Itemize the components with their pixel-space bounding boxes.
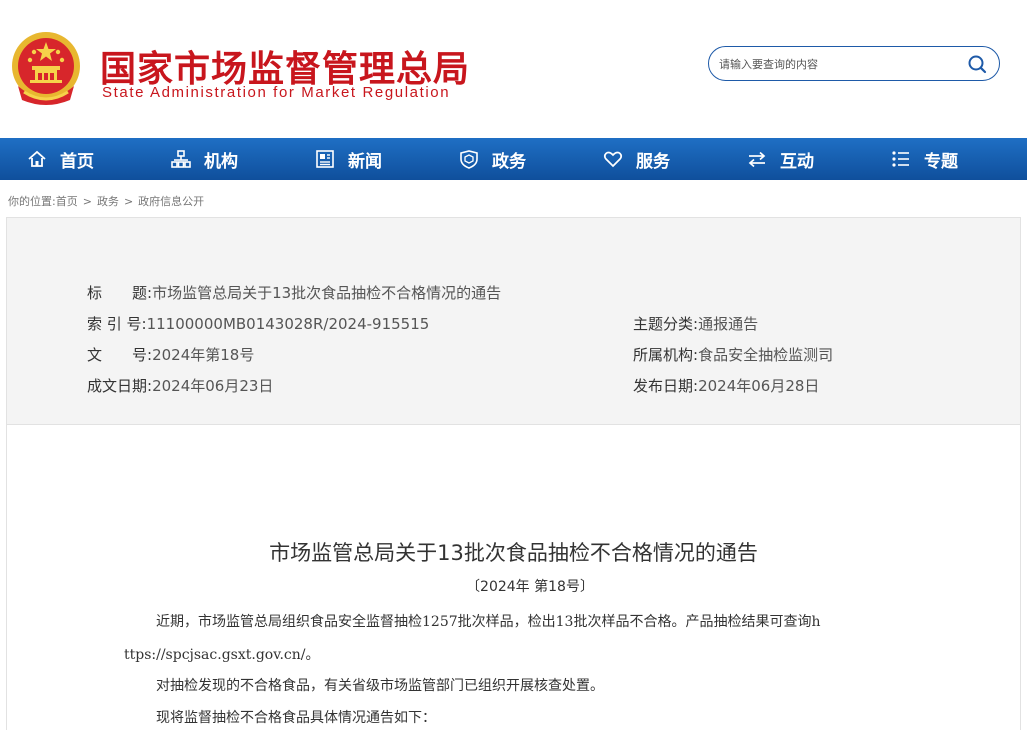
nav-label: 专题 [924,151,958,172]
meta-org-row: 所属机构:食品安全抽检监测司 [633,344,833,365]
nav-item-services[interactable]: 服务 [602,138,670,180]
meta-pub-date-value: 2024年06月28日 [698,377,820,395]
article-paragraph-2: 对抽检发现的不合格食品，有关省级市场监管部门已组织开展核查处置。 [156,678,604,694]
nav-item-news[interactable]: 新闻 [314,138,382,180]
article-paragraph-3: 现将监督抽检不合格食品具体情况通告如下： [156,710,436,726]
meta-date-made-row: 成文日期:2024年06月23日 [87,375,273,396]
meta-pub-date-label: 发布日期: [633,377,699,395]
meta-docnum-label: 文 号: [87,346,153,364]
site-header: 国家市场监督管理总局 State Administration for Mark… [0,0,1027,138]
breadcrumb-info-disclosure-link[interactable]: 政府信息公开 [138,195,204,208]
article-title: 市场监管总局关于13批次食品抽检不合格情况的通告 [269,541,758,565]
org-chart-icon [171,150,191,168]
article-doc-number: 〔2024年 第18号〕 [466,579,594,595]
swap-arrows-icon [748,151,766,168]
nav-item-government-affairs[interactable]: 政务 [458,138,526,180]
meta-title-value: 市场监管总局关于13批次食品抽检不合格情况的通告 [152,284,502,302]
heart-icon [603,151,623,168]
meta-index-label: 索 引 号: [87,315,147,333]
list-icon [892,151,909,167]
search-icon[interactable] [967,54,987,74]
nav-label: 政务 [492,151,526,172]
home-icon [28,150,46,167]
national-emblem-icon[interactable] [10,30,82,108]
nav-label: 机构 [204,151,238,172]
article-paragraph-1-line-2: ttps://spcjsac.gsxt.gov.cn/。 [124,647,320,663]
search-box [708,46,1000,81]
meta-category-row: 主题分类:通报通告 [633,313,758,334]
meta-date-made-label: 成文日期: [87,377,153,395]
meta-docnum-row: 文 号:2024年第18号 [87,344,254,365]
nav-label: 新闻 [348,151,382,172]
nav-label: 互动 [780,151,814,172]
meta-org-value: 食品安全抽检监测司 [698,346,834,364]
meta-date-made-value: 2024年06月23日 [152,377,274,395]
main-nav: 首页 机构 新闻 政务 服务 互动 专题 [0,138,1027,180]
breadcrumb-affairs-link[interactable]: 政务 [97,195,119,208]
search-input[interactable] [719,55,959,73]
nav-item-interaction[interactable]: 互动 [746,138,814,180]
meta-index-row: 索 引 号:11100000MB0143028R/2024-915515 [87,313,429,334]
meta-org-label: 所属机构: [633,346,699,364]
meta-pub-date-row: 发布日期:2024年06月28日 [633,375,819,396]
nav-label: 首页 [60,151,94,172]
breadcrumb-separator: > [82,195,92,208]
nav-label: 服务 [636,151,670,172]
newspaper-icon [316,150,334,168]
meta-category-label: 主题分类: [633,315,699,333]
breadcrumb-home-link[interactable]: 首页 [56,195,78,208]
nav-item-topics[interactable]: 专题 [890,138,958,180]
meta-title-row: 标 题:市场监管总局关于13批次食品抽检不合格情况的通告 [87,282,501,303]
nav-item-organization[interactable]: 机构 [170,138,238,180]
shield-icon [460,150,478,169]
site-name-en: State Administration for Market Regulati… [102,84,451,101]
breadcrumb-prefix: 你的位置: [8,195,56,208]
breadcrumb: 你的位置:首页 > 政务 > 政府信息公开 [8,193,204,209]
nav-item-home[interactable]: 首页 [26,138,94,180]
meta-docnum-value: 2024年第18号 [152,346,255,364]
meta-category-value: 通报通告 [698,315,759,333]
meta-index-value: 11100000MB0143028R/2024-915515 [146,315,430,333]
article-paragraph-1-line-1: 近期，市场监管总局组织食品安全监督抽检1257批次样品，检出13批次样品不合格。… [156,614,821,630]
breadcrumb-separator: > [123,195,134,208]
meta-title-label: 标 题: [87,284,153,302]
